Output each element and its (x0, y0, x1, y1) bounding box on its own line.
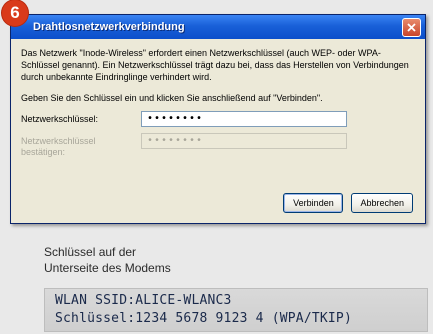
close-icon (407, 22, 416, 32)
cancel-button[interactable]: Abbrechen (351, 193, 413, 213)
dialog-instruction: Geben Sie den Schlüssel ein und klicken … (21, 93, 323, 103)
confirm-key-label: Netzwerkschlüssel bestätigen: (21, 136, 96, 157)
caption-line-2: Unterseite des Modems (44, 261, 171, 275)
confirm-key-row: Netzwerkschlüssel bestätigen: •••••••• (21, 133, 415, 158)
modem-key-line: Schlüssel:1234 5678 9123 4 (WPA/TKIP) (55, 311, 352, 326)
dialog-content: Das Netzwerk "Inode-Wireless" erfordert … (11, 39, 425, 158)
modem-label-photo: WLAN SSID:ALICE-WLANC3 Schlüssel:1234 56… (44, 288, 428, 332)
network-key-label: Netzwerkschlüssel: (21, 114, 99, 124)
dialog-description: Das Netzwerk "Inode-Wireless" erfordert … (21, 48, 409, 82)
confirm-key-input[interactable]: •••••••• (141, 133, 347, 149)
caption-line-1: Schlüssel auf der (44, 245, 137, 259)
step-number-badge: 6 (2, 0, 28, 26)
caption: Schlüssel auf der Unterseite des Modems (44, 244, 171, 276)
connect-button[interactable]: Verbinden (283, 193, 344, 213)
dialog-title: Drahtlosnetzwerkverbindung (33, 21, 185, 33)
dialog-titlebar[interactable]: Drahtlosnetzwerkverbindung (11, 15, 425, 39)
modem-ssid-line: WLAN SSID:ALICE-WLANC3 (55, 293, 232, 308)
close-button[interactable] (402, 17, 421, 37)
network-key-row: Netzwerkschlüssel: •••••••• (21, 111, 415, 127)
wireless-connection-dialog: Drahtlosnetzwerkverbindung Das Netzwerk … (10, 14, 426, 224)
dialog-buttons: Verbinden Abbrechen (283, 193, 413, 213)
network-key-input[interactable]: •••••••• (141, 111, 347, 127)
